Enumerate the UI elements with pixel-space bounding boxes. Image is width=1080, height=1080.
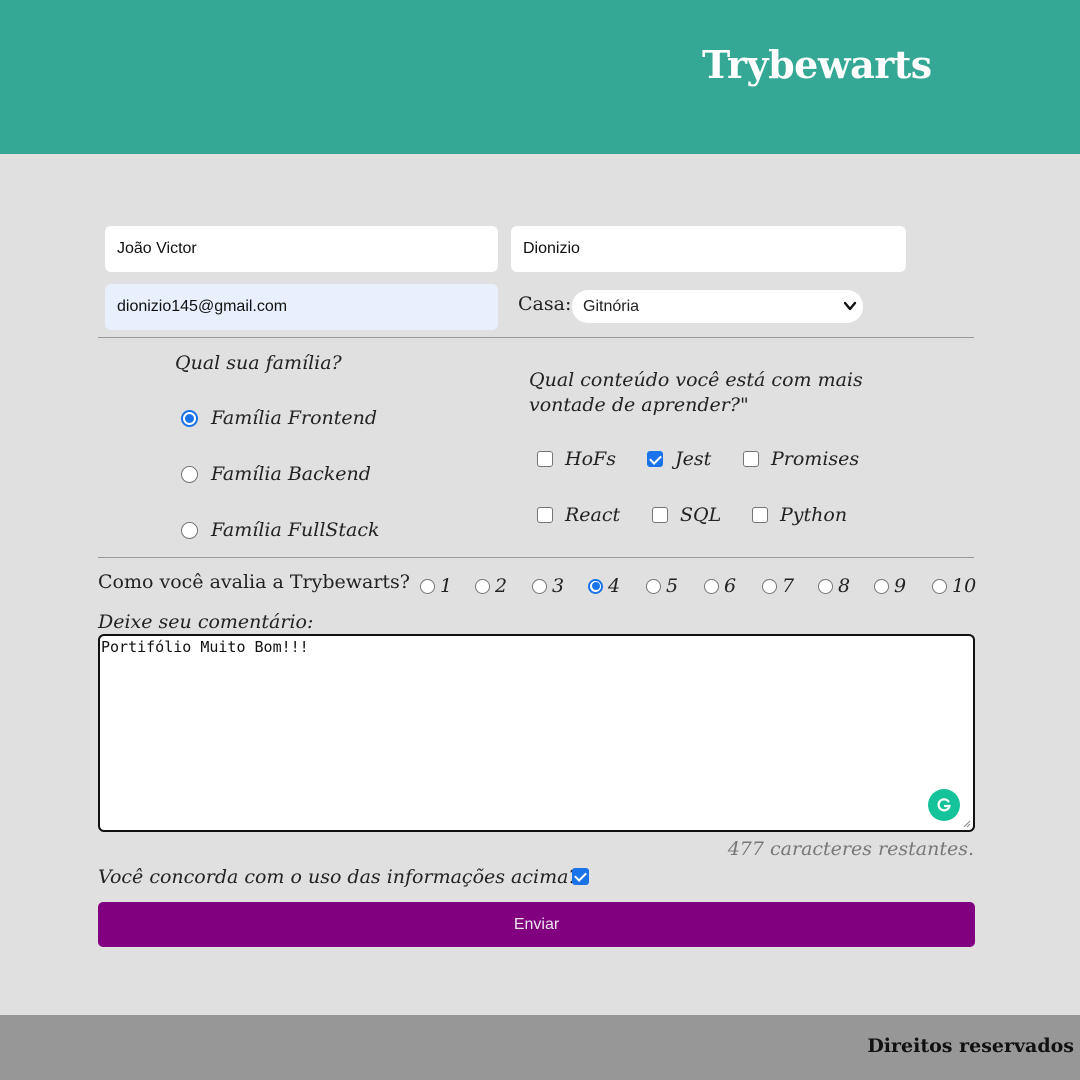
content-option-label: React [565,504,621,526]
content-option-label: HoFs [565,448,616,470]
rating-radio[interactable] [475,578,490,594]
rating-radio[interactable] [762,578,777,594]
house-select-value: Gitnória [583,298,640,315]
rating-option-label: 2 [495,575,508,597]
content-checkbox[interactable] [752,507,768,523]
rating-radio[interactable] [588,578,603,594]
content-option[interactable]: Promises [743,448,859,470]
divider [98,337,974,338]
content-option[interactable]: HoFs [537,448,616,470]
comment-textarea[interactable]: Portifólio Muito Bom!!! [98,634,975,832]
page-footer: Direitos reservados [0,1015,1080,1080]
agreement-label: Você concorda com o uso das informações … [98,866,579,888]
family-title: Qual sua família? [175,352,342,374]
family-option-label: Família Frontend [211,407,378,429]
content-option[interactable]: Python [752,504,847,526]
rating-option[interactable]: 5 [646,575,678,597]
content-option-label: Jest [675,448,712,470]
rating-option-label: 5 [666,575,679,597]
resize-handle-icon[interactable] [961,818,971,828]
rating-option[interactable]: 1 [420,575,452,597]
first-name-input[interactable]: João Victor [105,226,498,272]
submit-button[interactable]: Enviar [98,902,975,947]
content-option[interactable]: React [537,504,620,526]
rating-radio[interactable] [818,578,833,594]
divider [98,557,974,558]
page-header: Trybewarts [0,0,1080,154]
content-option[interactable]: SQL [652,504,721,526]
character-counter: 477 caracteres restantes. [727,838,974,860]
content-option[interactable]: Jest [647,448,711,470]
rating-option[interactable]: 9 [874,575,906,597]
rating-option[interactable]: 3 [532,575,564,597]
rating-option-label: 8 [838,575,851,597]
content-option-label: Promises [771,448,860,470]
content-checkbox[interactable] [647,451,663,467]
content-checkbox[interactable] [537,507,553,523]
family-option-label: Família FullStack [211,519,380,541]
rating-radio[interactable] [704,578,719,594]
rating-option-label: 10 [952,575,977,597]
family-radio[interactable] [181,521,198,539]
content-checkbox[interactable] [537,451,553,467]
comment-label: Deixe seu comentário: [98,611,314,633]
rating-option[interactable]: 4 [588,575,620,597]
rating-option-label: 3 [552,575,565,597]
grammarly-icon[interactable] [928,789,960,821]
family-option-label: Família Backend [211,463,371,485]
rating-radio[interactable] [532,578,547,594]
rating-radio[interactable] [874,578,889,594]
rating-option-label: 7 [782,575,795,597]
house-label: Casa: [518,293,572,315]
site-title: Trybewarts [702,42,932,87]
rating-option-label: 1 [440,575,453,597]
rating-option[interactable]: 6 [704,575,736,597]
agreement-checkbox[interactable] [572,868,589,885]
family-radio[interactable] [181,409,198,427]
comment-text: Portifólio Muito Bom!!! [101,638,309,656]
family-option[interactable]: Família Backend [181,463,371,485]
content-title: Qual conteúdo você está com mais vontade… [529,369,863,416]
family-radio[interactable] [181,465,198,483]
family-option[interactable]: Família FullStack [181,519,380,541]
rating-option-label: 4 [608,575,621,597]
rating-label: Como você avalia a Trybewarts? [98,571,410,593]
content-option-label: Python [780,504,848,526]
email-input[interactable]: dionizio145@gmail.com [105,284,498,330]
last-name-input[interactable]: Dionizio [511,226,906,272]
rating-option[interactable]: 8 [818,575,850,597]
grammarly-g-icon [937,798,951,812]
rating-radio[interactable] [646,578,661,594]
rating-option[interactable]: 7 [762,575,794,597]
rating-option[interactable]: 10 [932,575,976,597]
content-option-label: SQL [680,504,722,526]
rating-option[interactable]: 2 [475,575,507,597]
rating-option-label: 9 [894,575,907,597]
rating-option-label: 6 [724,575,737,597]
footer-text: Direitos reservados [867,1035,1074,1057]
family-option[interactable]: Família Frontend [181,407,377,429]
rating-radio[interactable] [932,578,947,594]
rating-radio[interactable] [420,578,435,594]
house-select[interactable]: Gitnória [572,290,863,323]
content-checkbox[interactable] [743,451,759,467]
chevron-down-icon [843,301,857,311]
content-checkbox[interactable] [652,507,668,523]
